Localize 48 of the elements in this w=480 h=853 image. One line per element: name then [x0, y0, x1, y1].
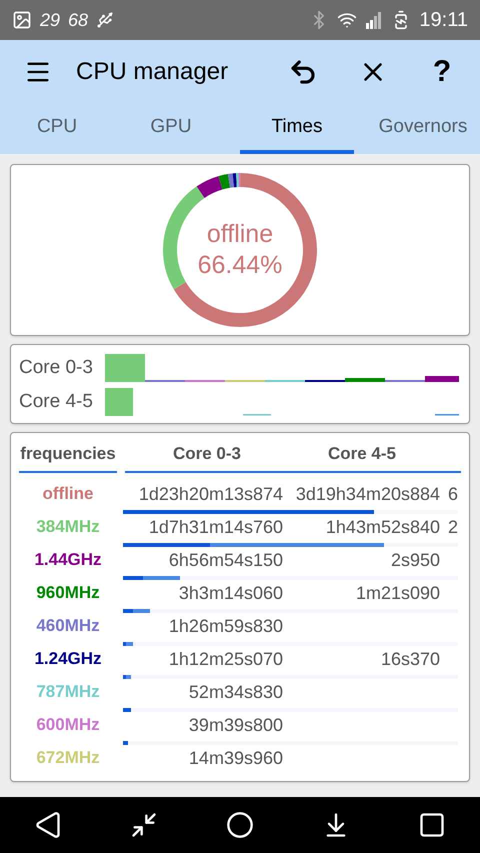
- time-cell-text: 6h56m54s150: [168, 548, 283, 572]
- tab[interactable]: GPU: [114, 104, 228, 154]
- tab[interactable]: CPU: [0, 104, 114, 154]
- frequency-label: 960MHz: [35, 582, 101, 604]
- column-header: Core 4-5: [326, 443, 396, 465]
- tab[interactable]: Times: [240, 104, 354, 154]
- clock: 19:11: [419, 8, 468, 33]
- time-cell-text: 1h26m59s830: [168, 614, 283, 638]
- time-cell-text: 3h3m14s060: [178, 582, 283, 604]
- temperature-reading: 68: [68, 8, 88, 32]
- frequency-label: 787MHz: [35, 681, 101, 704]
- frequency-label: 1.24GHz: [33, 648, 103, 670]
- time-cell-text: 6: [447, 482, 458, 506]
- recents-button[interactable]: [418, 811, 446, 839]
- home-button[interactable]: [226, 811, 254, 839]
- app-title: CPU manager: [76, 57, 230, 87]
- time-cell-text: 16s370: [380, 648, 440, 670]
- time-cell-text: 39m39s800: [188, 714, 283, 736]
- time-cell-text: 1d7h31m14s760: [148, 516, 283, 538]
- tab[interactable]: Governors: [366, 104, 480, 154]
- frequency-label: offline: [42, 483, 94, 506]
- time-cell-text: 2: [447, 516, 458, 538]
- frequency-label: 1.44GHz: [33, 549, 103, 572]
- time-cell-text: 1h43m52s840: [324, 516, 440, 538]
- donut-value: 66.44%: [198, 250, 282, 281]
- back-button[interactable]: [34, 811, 62, 839]
- column-header: frequencies: [19, 441, 117, 472]
- time-cell-text: 1h12m25s070: [168, 648, 283, 670]
- help-button[interactable]: ?: [428, 57, 456, 87]
- time-cell-text: 14m39s960: [188, 746, 283, 770]
- usb-icon: [96, 11, 114, 29]
- frequency-label: 600MHz: [35, 714, 101, 736]
- signal-icon: [365, 11, 384, 29]
- time-cell-text: 1d23h20m13s874: [138, 482, 283, 506]
- time-cell-text: 3d19h34m20s884: [294, 482, 440, 506]
- column-header: Core 0-3: [172, 443, 241, 465]
- core-label: Core 0-3: [19, 356, 94, 380]
- time-cell-text: 2s950: [390, 548, 440, 572]
- temperature-reading: 29: [40, 8, 60, 32]
- shrink-button[interactable]: [130, 811, 158, 839]
- frequency-label: 460MHz: [35, 615, 101, 638]
- donut-label: offline: [206, 218, 274, 250]
- time-cell-text: 1m21s090: [354, 582, 440, 604]
- image-icon: [12, 10, 32, 30]
- frequency-label: 672MHz: [35, 747, 101, 770]
- core-label: Core 4-5: [19, 390, 94, 414]
- time-cell-text: 52m34s830: [188, 680, 283, 704]
- frequency-label: 384MHz: [35, 516, 101, 538]
